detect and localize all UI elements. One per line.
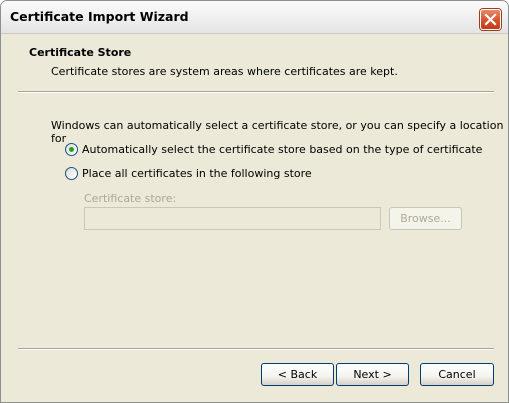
radio-button-place-in-store[interactable] bbox=[65, 167, 78, 180]
wizard-header: Certificate Store Certificate stores are… bbox=[1, 34, 508, 89]
certificate-store-input bbox=[84, 207, 381, 230]
header-divider bbox=[18, 91, 494, 93]
browse-button: Browse... bbox=[389, 207, 462, 230]
title-bar[interactable]: Certificate Import Wizard bbox=[1, 1, 508, 34]
header-subtitle: Certificate stores are system areas wher… bbox=[51, 65, 398, 78]
close-icon bbox=[484, 13, 497, 26]
radio-option-place-in-store[interactable]: Place all certificates in the following … bbox=[65, 166, 312, 181]
certificate-store-label: Certificate store: bbox=[84, 192, 177, 205]
cancel-button[interactable]: Cancel bbox=[420, 363, 494, 386]
next-button[interactable]: Next > bbox=[336, 363, 409, 386]
back-button[interactable]: < Back bbox=[261, 363, 334, 386]
footer-divider bbox=[18, 348, 494, 350]
close-button[interactable] bbox=[480, 9, 501, 30]
header-title: Certificate Store bbox=[29, 46, 132, 59]
radio-label-place-in-store: Place all certificates in the following … bbox=[82, 167, 312, 180]
radio-option-automatic[interactable]: Automatically select the certificate sto… bbox=[65, 142, 482, 157]
window-title: Certificate Import Wizard bbox=[10, 9, 189, 24]
certificate-import-wizard-window: Certificate Import Wizard Certificate St… bbox=[0, 0, 509, 403]
radio-label-automatic: Automatically select the certificate sto… bbox=[82, 143, 483, 156]
radio-button-automatic[interactable] bbox=[65, 143, 78, 156]
